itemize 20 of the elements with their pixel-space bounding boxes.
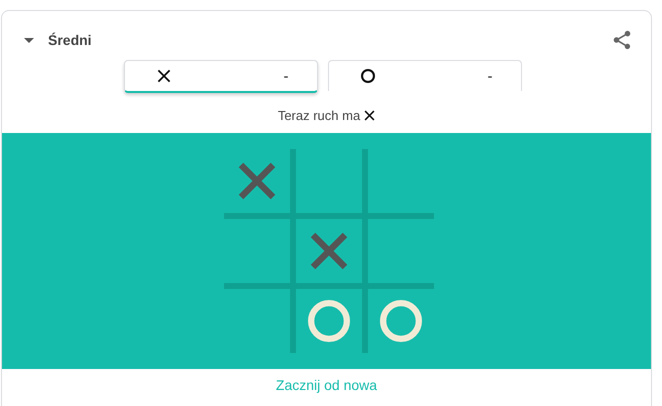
circle-icon: [360, 69, 374, 83]
score-value: -: [488, 68, 492, 84]
player-tab[interactable]: -: [124, 60, 318, 93]
score-value: -: [284, 68, 288, 84]
cross-icon: [156, 69, 170, 83]
board-cell[interactable]: [224, 219, 290, 283]
circle-icon: [380, 300, 422, 342]
board-cell[interactable]: [296, 219, 362, 283]
turn-status: Teraz ruch ma: [278, 108, 360, 122]
cross-icon: [364, 110, 376, 120]
caret-icon[interactable]: [24, 35, 34, 45]
share-icon[interactable]: [611, 29, 633, 51]
board-cell[interactable]: [296, 289, 362, 353]
cross-icon: [236, 161, 276, 201]
difficulty-title: Średni: [48, 32, 92, 48]
circle-icon: [308, 300, 350, 342]
board-cell[interactable]: [368, 219, 434, 283]
player-tab[interactable]: -: [328, 60, 522, 91]
cross-icon: [308, 231, 348, 271]
board-cell[interactable]: [296, 149, 362, 213]
